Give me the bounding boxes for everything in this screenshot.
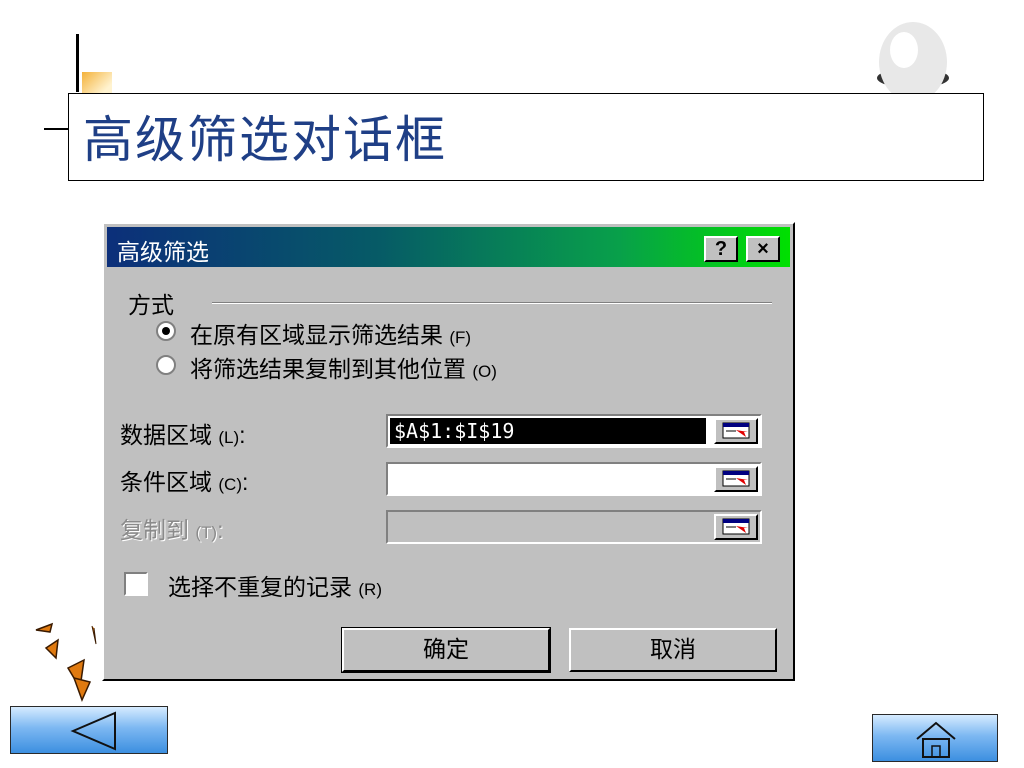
slide-title-box: 高级筛选对话框	[68, 93, 984, 181]
ok-button[interactable]: 确定	[341, 627, 551, 673]
decor-vertical-line	[76, 34, 79, 92]
decor-horizontal-line	[44, 128, 70, 130]
list-range-label: 数据区域 (L):	[120, 422, 246, 448]
radio-selected-dot	[162, 327, 170, 335]
cancel-button[interactable]: 取消	[569, 628, 777, 672]
back-arrow-icon	[70, 711, 116, 751]
home-icon	[916, 721, 956, 758]
criteria-range-input[interactable]	[386, 462, 762, 496]
criteria-range-collapse-button[interactable]	[714, 466, 758, 492]
close-icon: ×	[757, 238, 769, 260]
decor-accent-square	[82, 72, 112, 94]
collapse-dialog-icon	[722, 518, 750, 535]
list-range-input[interactable]: $A$1:$I$19	[386, 414, 762, 448]
copy-to-input[interactable]	[386, 510, 762, 544]
criteria-range-label: 条件区域 (C):	[120, 469, 249, 495]
radio-filter-in-place-label[interactable]: 在原有区域显示筛选结果 (F)	[190, 316, 471, 350]
slide-title: 高级筛选对话框	[83, 112, 447, 168]
list-range-collapse-button[interactable]	[714, 418, 758, 444]
unique-records-checkbox[interactable]	[124, 572, 148, 596]
butterflies-image	[35, 622, 97, 703]
back-nav-button[interactable]	[10, 706, 168, 754]
radio-copy-to-location-label[interactable]: 将筛选结果复制到其他位置 (O)	[190, 350, 497, 384]
dialog-title: 高级筛选	[117, 239, 209, 265]
advanced-filter-dialog: 高级筛选 ? × 方式 在原有区域显示筛选结果 (F) 将筛选结果复制到其他位置…	[102, 222, 795, 681]
copy-to-label: 复制到 (T):	[120, 517, 224, 543]
list-range-value: $A$1:$I$19	[390, 418, 706, 444]
collapse-dialog-icon	[722, 470, 750, 487]
radio-filter-in-place[interactable]	[156, 321, 176, 341]
home-nav-button[interactable]	[872, 714, 998, 762]
close-button[interactable]: ×	[746, 236, 780, 262]
action-group-label: 方式	[128, 292, 174, 318]
dialog-titlebar[interactable]: 高级筛选 ? ×	[107, 227, 790, 267]
help-button[interactable]: ?	[704, 236, 738, 262]
radio-copy-to-location[interactable]	[156, 355, 176, 375]
collapse-dialog-icon	[722, 422, 750, 439]
copy-to-collapse-button[interactable]	[714, 514, 758, 540]
group-divider	[212, 302, 772, 304]
unique-records-label[interactable]: 选择不重复的记录 (R)	[168, 568, 382, 602]
